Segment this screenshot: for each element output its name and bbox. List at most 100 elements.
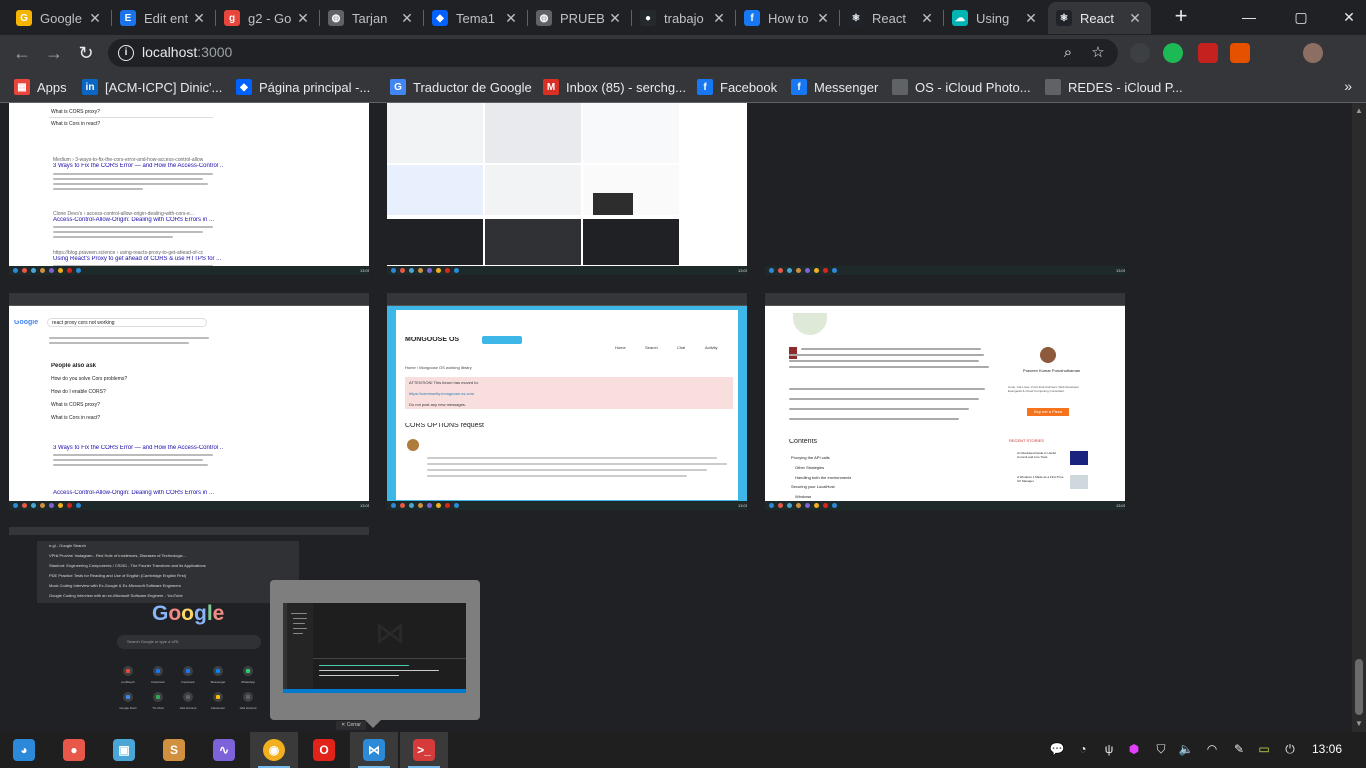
browser-tab[interactable]: ☁ Using ✕ (944, 2, 1047, 34)
forum-nav-activity[interactable]: Activity (705, 345, 718, 351)
omnibox-suggestion[interactable]: VPhil Provins' Instagram - Red Hole of I… (49, 553, 289, 559)
extension-puzzle-icon[interactable] (1130, 43, 1150, 63)
bookmark-item[interactable]: f Messenger (791, 77, 878, 97)
taskbar-app[interactable]: ◕ (0, 732, 48, 768)
close-tab-icon[interactable]: ✕ (191, 10, 207, 27)
wifi-icon[interactable]: ◠ (1204, 741, 1220, 757)
ntp-shortcut-icon[interactable] (153, 666, 163, 676)
taskbar-app[interactable]: ⋈ (350, 732, 398, 768)
back-button[interactable]: ← (8, 39, 36, 67)
power-icon[interactable]: ⏻ (1282, 741, 1298, 757)
faq-item[interactable]: How do I enable CORS? (51, 389, 106, 395)
maximize-button[interactable]: ▢ (1278, 0, 1324, 34)
vscode-window-thumbnail[interactable]: ⋈ (283, 603, 466, 693)
bookmark-item[interactable]: ◆ Página principal -... (236, 77, 370, 97)
close-tab-icon[interactable]: ✕ (503, 10, 519, 27)
screenshot-blog-post[interactable]: Contents Proxying the API calls Other St… (765, 285, 1125, 510)
forum-nav-home[interactable]: Home (615, 345, 626, 351)
page-scrollbar[interactable]: ▲ ▼ (1352, 103, 1366, 732)
ntp-shortcut-icon[interactable] (213, 692, 223, 702)
faq-item[interactable]: What is CORS proxy? (51, 402, 100, 408)
screenshot-search-results-1[interactable]: What is CORS proxy? What is Cors in reac… (9, 103, 369, 275)
minimize-button[interactable]: — (1226, 0, 1272, 34)
toc-item[interactable]: Windows (795, 494, 811, 500)
forum-nav-search[interactable]: Search (645, 345, 658, 351)
bookmark-item[interactable]: G Traductor de Google (390, 77, 532, 97)
scroll-down-arrow[interactable]: ▼ (1355, 720, 1363, 728)
ntp-search-input[interactable]: Search Google or type a URL (127, 639, 179, 645)
toc-item[interactable]: Handling both the environments (795, 475, 851, 481)
taskbar-app[interactable]: ▣ (100, 732, 148, 768)
more-bookmarks-icon[interactable]: » (1344, 78, 1352, 94)
close-tab-icon[interactable]: ✕ (711, 10, 727, 27)
preview-close-button[interactable]: ✕ Cerrar (336, 721, 366, 730)
toc-item[interactable]: Proxying the API calls (791, 455, 830, 461)
omnibox-suggestion[interactable]: Mock Coding Interview with Ex-Google & E… (49, 583, 289, 589)
taskbar-app[interactable]: S (150, 732, 198, 768)
taskbar-app[interactable]: ◉ (250, 732, 298, 768)
browser-tab[interactable]: E Edit ent ✕ (112, 2, 215, 34)
ntp-shortcut-icon[interactable] (183, 666, 193, 676)
extension-red-icon[interactable] (1198, 43, 1218, 63)
forum-nav-chat[interactable]: Chat (677, 345, 685, 351)
forward-button[interactable]: → (40, 39, 68, 67)
result-title[interactable]: Using React's Proxy to get ahead of CORS… (53, 256, 223, 262)
ntp-shortcut-icon[interactable] (243, 666, 253, 676)
close-tab-icon[interactable]: ✕ (295, 10, 311, 27)
ntp-shortcut-icon[interactable] (153, 692, 163, 702)
toc-item[interactable]: Securing your LocalHost (791, 484, 835, 490)
buy-me-pizza-button[interactable]: Buy me a Pizza (1027, 408, 1069, 416)
battery-icon[interactable]: ▭ (1256, 741, 1272, 757)
bookmark-item[interactable]: REDES - iCloud P... (1045, 77, 1183, 97)
close-tab-icon[interactable]: ✕ (87, 10, 103, 27)
recent-story[interactable]: An Illustrated Guide to Useful Commit an… (1017, 451, 1065, 459)
close-tab-icon[interactable]: ✕ (919, 10, 935, 27)
browser-tab[interactable]: ◍ Tarjan ✕ (320, 2, 423, 34)
browser-tab[interactable]: ◍ PRUEB ✕ (528, 2, 631, 34)
chat-bubble-icon[interactable]: 💬 (1049, 741, 1065, 757)
result-title[interactable]: 3 Ways to Fix the CORS Error — and How t… (53, 163, 223, 169)
shield-icon[interactable]: ⛉ (1153, 741, 1169, 757)
screenshot-mongoose-forum[interactable]: MONGOOSE OS Home Search Chat Activity Ho… (387, 285, 747, 510)
close-tab-icon[interactable]: ✕ (1127, 10, 1143, 27)
taskbar-clock[interactable]: 13:06 (1312, 742, 1342, 756)
taskbar-app[interactable]: ● (50, 732, 98, 768)
volume-icon[interactable]: 🔈 (1178, 741, 1194, 757)
close-window-button[interactable]: ✕ (1326, 0, 1366, 34)
ntp-shortcut-icon[interactable] (213, 666, 223, 676)
browser-tab[interactable]: ◆ Tema1 ✕ (424, 2, 527, 34)
bookmark-item[interactable]: OS - iCloud Photo... (892, 77, 1031, 97)
omnibox-suggestion[interactable]: PDE Practice Tests for Reading and Use o… (49, 573, 289, 579)
ntp-shortcut-icon[interactable] (123, 692, 133, 702)
close-tab-icon[interactable]: ✕ (815, 10, 831, 27)
discord-icon[interactable]: ◔ (1075, 741, 1091, 757)
browser-tab[interactable]: ⚛ React ✕ (1048, 2, 1151, 34)
vscode-taskbar-preview[interactable]: ⋈ ✕ Cerrar (270, 580, 480, 730)
site-info-icon[interactable]: i (118, 45, 134, 61)
screenshot-search-results-2[interactable]: Google react proxy cors not working Peop… (9, 285, 369, 510)
taskbar-app[interactable]: O (300, 732, 348, 768)
forum-notice-link[interactable]: https://community.mongoose-os.com (409, 391, 474, 397)
browser-tab[interactable]: ● trabajo ✕ (632, 2, 735, 34)
recent-story[interactable]: A Windows 1 Made as a First-Time UX Mana… (1017, 475, 1065, 483)
result-title[interactable]: Access-Control-Allow-Origin: Dealing wit… (53, 217, 223, 223)
close-tab-icon[interactable]: ✕ (1023, 10, 1039, 27)
screenshot-image-grid[interactable]: 13:05 (387, 103, 747, 275)
taskbar-app[interactable]: >_ (400, 732, 448, 768)
ntp-shortcut-icon[interactable] (183, 692, 193, 702)
hexagon-app-icon[interactable]: ⬢ (1126, 741, 1142, 757)
new-tab-button[interactable]: + (1170, 5, 1192, 27)
address-bar[interactable]: i localhost:3000 ⌕ ☆ (108, 39, 1118, 67)
omnibox-suggestion[interactable]: e-gl - Google Search (49, 543, 289, 549)
ntp-shortcut-icon[interactable] (123, 666, 133, 676)
extension-on-icon[interactable] (1230, 43, 1250, 63)
bookmark-star-icon[interactable]: ☆ (1088, 43, 1108, 63)
scroll-thumb[interactable] (1355, 659, 1363, 715)
taskbar-app[interactable]: ∿ (200, 732, 248, 768)
faq-item[interactable]: How do you solve Cors problems? (51, 376, 127, 382)
ntp-shortcut-icon[interactable] (243, 692, 253, 702)
omnibox-suggestion[interactable]: Google Coding Interview with an ex-Micro… (49, 593, 289, 599)
bookmark-item[interactable]: ▦ Apps (14, 77, 67, 97)
browser-tab[interactable]: G Google ✕ (8, 2, 111, 34)
browser-tab[interactable]: g g2 - Go ✕ (216, 2, 319, 34)
